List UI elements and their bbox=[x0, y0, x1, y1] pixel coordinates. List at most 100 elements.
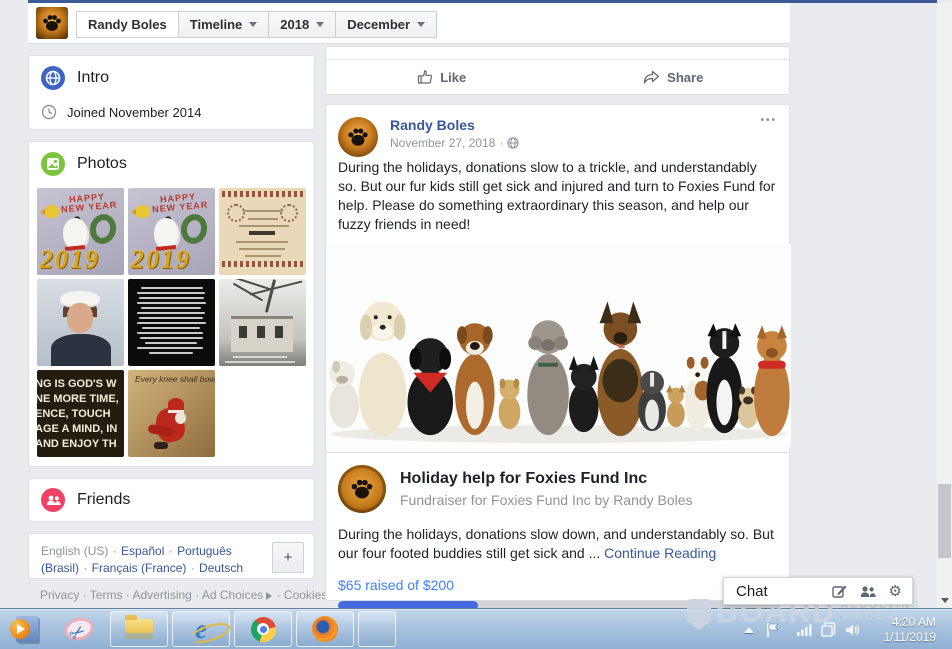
share-arrow-icon bbox=[643, 70, 660, 85]
chat-icons: ⚙ bbox=[832, 584, 902, 599]
footer-cookies[interactable]: Cookies bbox=[284, 588, 327, 602]
internet-explorer-taskbar-button[interactable]: e bbox=[172, 611, 230, 647]
media-player-taskbar-icon[interactable] bbox=[10, 614, 40, 644]
text-line bbox=[140, 337, 203, 339]
like-button[interactable]: Like bbox=[326, 60, 558, 94]
language-link[interactable]: Español bbox=[121, 544, 164, 558]
tree-branch bbox=[250, 280, 303, 295]
continue-reading-link[interactable]: Continue Reading bbox=[604, 545, 716, 561]
text-line bbox=[137, 332, 203, 334]
fundraiser-avatar[interactable] bbox=[338, 465, 386, 513]
chat-settings-gear-icon[interactable]: ⚙ bbox=[889, 584, 902, 599]
cert-seal bbox=[227, 204, 245, 222]
friends-icon bbox=[41, 488, 65, 512]
photo-text-meme[interactable]: NG IS GOD'S W NE MORE TIME, ENCE, TOUCH … bbox=[37, 370, 124, 457]
text-line bbox=[142, 327, 200, 329]
wreath bbox=[87, 212, 119, 247]
language-link[interactable]: Français (France) bbox=[92, 561, 187, 575]
nav-year-dropdown[interactable]: 2018 bbox=[268, 11, 336, 38]
footer-adchoices[interactable]: Ad Choices bbox=[202, 588, 263, 602]
text-line bbox=[139, 297, 204, 299]
dog-boxer bbox=[455, 323, 495, 435]
footer-terms[interactable]: Terms bbox=[90, 588, 123, 602]
text-line bbox=[137, 312, 205, 314]
like-label: Like bbox=[440, 70, 466, 85]
post-card: Randy Boles November 27, 2018· ••• Durin… bbox=[325, 104, 790, 601]
chrome-taskbar-button[interactable] bbox=[234, 611, 292, 647]
nav-profile-name[interactable]: Randy Boles bbox=[76, 11, 179, 38]
text-line bbox=[137, 292, 205, 294]
clock-icon bbox=[41, 104, 57, 120]
snipping-tool-taskbar-icon[interactable]: ✂ bbox=[62, 614, 92, 644]
friends-title[interactable]: Friends bbox=[77, 491, 130, 509]
add-language-button[interactable]: + bbox=[272, 542, 304, 573]
desktop-screen: Randy Boles Timeline 2018 December Intro… bbox=[0, 0, 952, 649]
photo-military-portrait[interactable] bbox=[37, 279, 124, 366]
volume-icon[interactable] bbox=[845, 623, 861, 637]
cert-redaction bbox=[249, 231, 275, 235]
cert-border bbox=[222, 261, 303, 267]
firefox-taskbar-button[interactable] bbox=[296, 611, 354, 647]
windows-update-icon[interactable] bbox=[821, 622, 836, 637]
dog-shih-tzu bbox=[638, 371, 666, 431]
action-center-flag-icon[interactable] bbox=[765, 622, 779, 638]
chat-bar[interactable]: Chat ⚙ bbox=[723, 577, 913, 605]
photo-santa-kneeling[interactable]: Every knee shall bow bbox=[128, 370, 215, 457]
nav-month-dropdown[interactable]: December bbox=[335, 11, 437, 38]
nav-profile-name-label: Randy Boles bbox=[88, 17, 167, 32]
photo-black-text-card[interactable] bbox=[128, 279, 215, 366]
fundraiser-description: During the holidays, donations slow down… bbox=[338, 525, 777, 564]
meme-line: NG IS GOD'S W bbox=[37, 377, 124, 392]
explorer-taskbar-button[interactable] bbox=[110, 611, 168, 647]
nav-timeline-label: Timeline bbox=[190, 17, 243, 32]
nav-year-label: 2018 bbox=[280, 17, 309, 32]
footer-privacy[interactable]: Privacy bbox=[40, 588, 79, 602]
chat-label: Chat bbox=[736, 583, 768, 600]
vertical-scrollbar[interactable] bbox=[937, 3, 952, 608]
show-hidden-icons-button[interactable] bbox=[744, 627, 754, 633]
meme-line: AND ENJOY TH bbox=[37, 437, 124, 452]
dog-black-lab bbox=[407, 338, 453, 435]
language-link[interactable]: Deutsch bbox=[199, 561, 243, 575]
cert-line bbox=[236, 241, 288, 243]
fundraiser-title[interactable]: Holiday help for Foxies Fund Inc bbox=[400, 470, 693, 488]
cert-line bbox=[243, 210, 283, 212]
contacts-icon[interactable] bbox=[860, 585, 876, 598]
tree-branch bbox=[265, 279, 276, 313]
text-line bbox=[141, 307, 201, 309]
network-signal-icon[interactable] bbox=[796, 623, 812, 637]
text-line bbox=[137, 347, 203, 349]
clock-time: 4:20 AM bbox=[874, 615, 936, 630]
empty-taskbar-slot[interactable] bbox=[358, 611, 396, 647]
post-author-avatar[interactable] bbox=[338, 117, 378, 157]
year-2019-text: 2019 bbox=[40, 245, 100, 275]
post-date-row[interactable]: November 27, 2018· bbox=[390, 136, 777, 150]
post-author-name[interactable]: Randy Boles bbox=[390, 117, 777, 133]
previous-post-actions-card: Like Share bbox=[325, 46, 790, 95]
woodstock-bird bbox=[44, 205, 59, 218]
post-menu-button[interactable]: ••• bbox=[760, 115, 777, 126]
share-button[interactable]: Share bbox=[558, 60, 790, 94]
new-message-icon[interactable] bbox=[832, 584, 847, 599]
photo-snoopy-new-year-1[interactable]: HAPPY NEW YEAR 2019 bbox=[37, 188, 124, 275]
dogs-photo[interactable] bbox=[326, 244, 791, 447]
taskbar-clock[interactable]: 4:20 AM 1/11/2019 bbox=[874, 615, 936, 645]
system-tray: 4:20 AM 1/11/2019 bbox=[744, 609, 936, 649]
photos-title[interactable]: Photos bbox=[77, 155, 127, 173]
photo-snoopy-new-year-2[interactable]: HAPPY NEW YEAR 2019 bbox=[128, 188, 215, 275]
profile-avatar-small[interactable] bbox=[36, 7, 68, 39]
face bbox=[67, 303, 93, 333]
nav-month-label: December bbox=[347, 17, 410, 32]
wreath bbox=[178, 212, 210, 247]
nav-timeline-dropdown[interactable]: Timeline bbox=[178, 11, 270, 38]
year-2019-text: 2019 bbox=[131, 245, 191, 275]
scrollbar-thumb[interactable] bbox=[938, 484, 951, 558]
scrollbar-down-button[interactable] bbox=[937, 593, 952, 608]
footer-advertising[interactable]: Advertising bbox=[132, 588, 191, 602]
fundraiser-attachment[interactable]: Holiday help for Foxies Fund Inc Fundrai… bbox=[326, 452, 789, 622]
language-card: English (US) · Español · Português (Bras… bbox=[28, 533, 315, 579]
fundraiser-subtitle: Fundraiser for Foxies Fund Inc by Randy … bbox=[400, 492, 693, 508]
language-current[interactable]: English (US) bbox=[41, 544, 108, 558]
photo-old-schoolhouse[interactable] bbox=[219, 279, 306, 366]
photo-certificate[interactable] bbox=[219, 188, 306, 275]
